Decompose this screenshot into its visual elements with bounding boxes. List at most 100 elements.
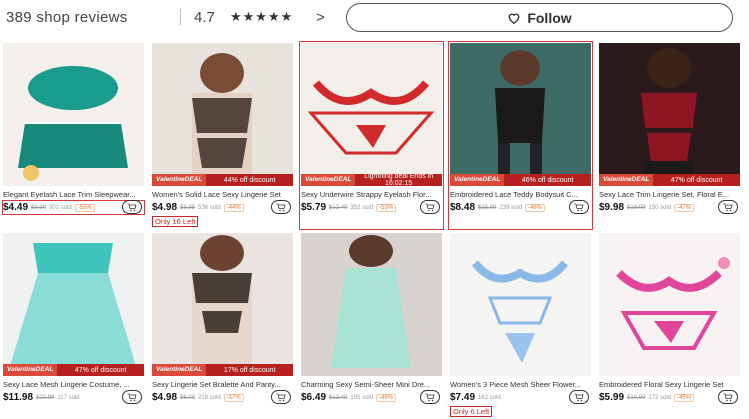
follow-button[interactable]: Follow (346, 3, 733, 32)
deal-banner: ValentineDEAL 46% off discount (450, 174, 591, 186)
chevron-right-icon[interactable]: > (316, 9, 325, 26)
deal-banner: ValentineDEAL Lightning deal Ends in 16:0… (301, 173, 442, 186)
shop-header: 389 shop reviews 4.7 ★★★★★ > Follow (0, 0, 749, 36)
product-card[interactable]: ValentineDEAL 47% off discount Sexy Lace … (3, 233, 144, 418)
cart-icon (574, 203, 584, 211)
product-image[interactable]: ValentineDEAL 46% off discount (450, 43, 591, 186)
shop-rating: 4.7 (194, 9, 215, 26)
deal-banner: ValentineDEAL 47% off discount (3, 364, 144, 376)
product-price: $4.98 (152, 202, 178, 213)
cart-icon (723, 393, 733, 401)
sold-count: 172 sold (648, 394, 672, 401)
deal-text: 44% off discount (223, 176, 276, 184)
add-to-cart-button[interactable] (569, 390, 589, 404)
add-to-cart-button[interactable] (122, 200, 142, 214)
deal-tag: ValentineDEAL (152, 174, 207, 186)
discount-badge: -45% (674, 393, 695, 402)
product-card[interactable]: ValentineDEAL 47% off discount Sexy Lace … (599, 43, 740, 228)
discount-badge: -44% (223, 203, 244, 212)
product-title[interactable]: Embroidered Lace Teddy Bodysuit C... (450, 190, 591, 199)
shop-reviews-count[interactable]: 389 shop reviews (6, 9, 128, 26)
divider (180, 9, 181, 25)
deal-banner: ValentineDEAL 47% off discount (599, 174, 740, 186)
heart-icon (508, 13, 520, 24)
product-title[interactable]: Charming Sexy Semi-Sheer Mini Dre... (301, 380, 442, 389)
product-image[interactable] (3, 43, 144, 186)
product-title[interactable]: Elegant Eyelash Lace Trim Sleepwear... (3, 190, 144, 199)
cart-icon (127, 203, 137, 211)
cart-icon (723, 203, 733, 211)
add-to-cart-button[interactable] (718, 200, 738, 214)
product-price: $9.98 (599, 202, 625, 213)
product-title[interactable]: Women's 3 Piece Mesh Sheer Flower... (450, 380, 591, 389)
product-price: $8.48 (450, 202, 476, 213)
product-image[interactable]: ValentineDEAL 17% off discount (152, 233, 293, 376)
rating-stars-icon: ★★★★★ (230, 9, 294, 24)
product-card[interactable]: Charming Sexy Semi-Sheer Mini Dre... $6.… (301, 233, 442, 418)
discount-badge: -55% (74, 203, 95, 212)
add-to-cart-button[interactable] (569, 200, 589, 214)
deal-tag: ValentineDEAL (450, 174, 505, 186)
original-price: $12.49 (329, 394, 348, 401)
add-to-cart-button[interactable] (420, 390, 440, 404)
product-price: $5.99 (599, 392, 625, 403)
deal-banner: ValentineDEAL 44% off discount (152, 174, 293, 186)
product-image[interactable]: ValentineDEAL Lightning deal Ends in 16:0… (301, 43, 442, 186)
sold-count: 901 sold (49, 204, 72, 211)
product-card[interactable]: ValentineDEAL 17% off discount Sexy Linge… (152, 233, 293, 418)
original-price: $18.99 (627, 204, 646, 211)
product-card[interactable]: Women's 3 Piece Mesh Sheer Flower... $7.… (450, 233, 591, 418)
sold-count: 239 sold (499, 204, 523, 211)
product-title[interactable]: Sexy Lace Mesh Lingerie Costume, ... (3, 380, 144, 389)
sold-count: 162 sold (478, 394, 501, 401)
product-image[interactable] (301, 233, 442, 376)
original-price: $6.00 (180, 394, 196, 401)
original-price: $10.99 (627, 394, 646, 401)
product-image[interactable] (599, 233, 740, 376)
cart-icon (127, 393, 137, 401)
sold-count: 195 sold (350, 394, 374, 401)
deal-tag: ValentineDEAL (301, 174, 356, 186)
follow-label: Follow (527, 9, 572, 26)
discount-badge: -48% (376, 393, 397, 402)
product-price: $6.49 (301, 392, 327, 403)
add-to-cart-button[interactable] (122, 390, 142, 404)
deal-text: 46% off discount (521, 176, 574, 184)
product-price: $4.49 (3, 202, 29, 213)
original-price: $22.99 (36, 394, 55, 401)
product-title[interactable]: Embroidered Floral Sexy Lingerie Set (599, 380, 740, 389)
product-title[interactable]: Women's Solid Lace Sexy Lingerie Set (152, 190, 293, 199)
deal-tag: ValentineDEAL (599, 174, 654, 186)
product-image[interactable]: ValentineDEAL 47% off discount (599, 43, 740, 186)
product-card[interactable]: ValentineDEAL 46% off discount Embroidere… (448, 41, 593, 230)
product-title[interactable]: Sexy Underwire Strappy Eyelash Flor... (301, 190, 442, 199)
product-price: $7.49 (450, 392, 476, 403)
deal-text: 47% off discount (670, 176, 723, 184)
sold-count: 352 sold (350, 204, 374, 211)
add-to-cart-button[interactable] (271, 390, 291, 404)
deal-text: Lightning deal Ends in 16:02:15 (364, 173, 434, 186)
product-card[interactable]: ValentineDEAL Lightning deal Ends in 16:0… (299, 41, 444, 230)
deal-tag: ValentineDEAL (152, 364, 207, 376)
product-title[interactable]: Sexy Lingerie Set Bralette And Panty... (152, 380, 293, 389)
add-to-cart-button[interactable] (718, 390, 738, 404)
discount-badge: -17% (223, 393, 244, 402)
product-card[interactable]: Elegant Eyelash Lace Trim Sleepwear... $… (2, 43, 145, 228)
product-image[interactable] (450, 233, 591, 376)
product-title[interactable]: Sexy Lace Trim Lingerie Set, Floral E... (599, 190, 740, 199)
discount-badge: -47% (674, 203, 695, 212)
product-card[interactable]: ValentineDEAL 44% off discount Women's So… (152, 43, 293, 228)
deal-tag: ValentineDEAL (3, 364, 58, 376)
add-to-cart-button[interactable] (271, 200, 291, 214)
sold-count: 218 sold (198, 394, 221, 401)
product-card[interactable]: Embroidered Floral Sexy Lingerie Set $5.… (599, 233, 740, 418)
stock-badge: Only 16 Left (152, 216, 199, 227)
cart-icon (574, 393, 584, 401)
deal-text: 47% off discount (74, 366, 127, 374)
cart-icon (276, 393, 286, 401)
product-image[interactable]: ValentineDEAL 47% off discount (3, 233, 144, 376)
product-price: $11.98 (3, 392, 34, 403)
product-image[interactable]: ValentineDEAL 44% off discount (152, 43, 293, 186)
add-to-cart-button[interactable] (420, 200, 440, 214)
product-price: $5.79 (301, 202, 327, 213)
